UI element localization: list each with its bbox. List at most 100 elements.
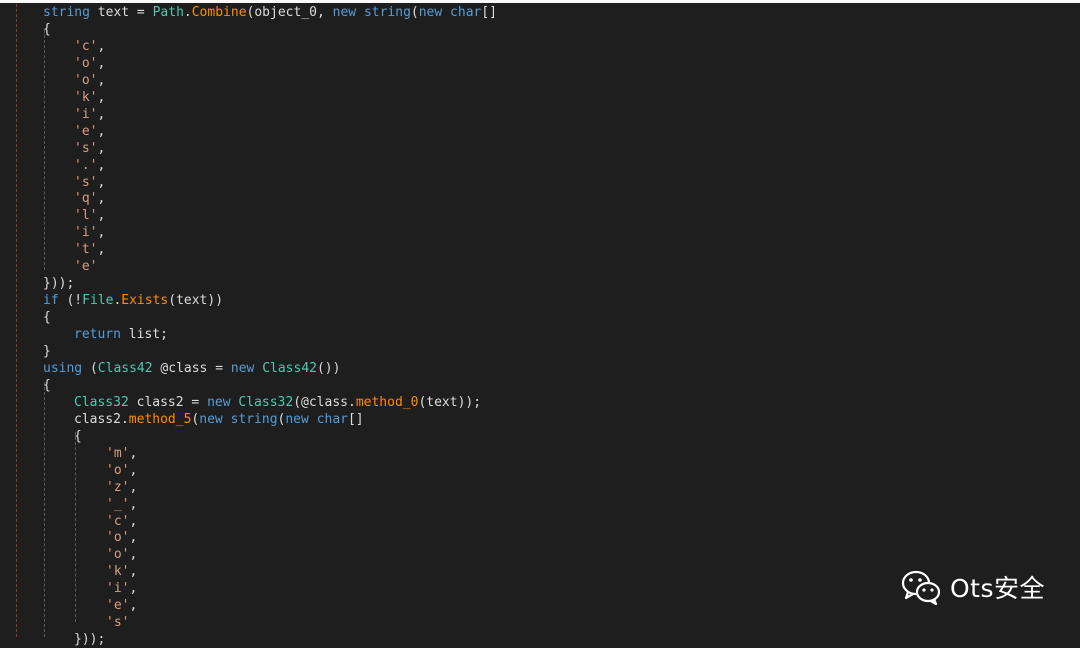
code-token: 'o' <box>106 547 130 563</box>
code-token: , <box>129 496 138 512</box>
code-line: 'e' <box>74 258 97 275</box>
code-token: new <box>418 5 443 20</box>
wechat-icon <box>901 570 941 605</box>
code-token: (@class. <box>293 394 356 410</box>
code-token: , <box>97 89 106 105</box>
code-token: 'k' <box>106 564 130 580</box>
code-token: 'l' <box>74 208 98 224</box>
code-token: , <box>97 72 106 88</box>
code-token: , <box>129 513 138 529</box>
code-line: { <box>43 21 51 38</box>
code-line: return list; <box>74 326 168 343</box>
code-token: ( <box>410 5 419 20</box>
code-token: (object_0, <box>246 5 333 20</box>
code-token: new <box>332 5 357 20</box>
code-token: Path <box>152 5 184 20</box>
window-top-edge <box>0 0 1080 3</box>
code-token: } <box>43 344 51 359</box>
indent-guide <box>44 382 45 637</box>
code-token: 's' <box>74 140 98 156</box>
code-line: { <box>43 309 51 326</box>
code-token: method_5 <box>128 411 192 427</box>
code-token: 's' <box>74 174 98 190</box>
code-token: { <box>43 310 51 326</box>
code-line: 'o', <box>74 55 105 72</box>
code-token: char <box>316 411 348 427</box>
code-token: new <box>207 394 231 410</box>
code-token: , <box>129 530 138 546</box>
code-token: 'i' <box>74 225 98 241</box>
code-token: 'c' <box>74 38 98 54</box>
code-token: 'q' <box>74 191 98 207</box>
code-token: class2. <box>74 411 129 427</box>
code-line: if (!File.Exists(text)) <box>43 292 223 309</box>
code-token: 'z' <box>106 479 130 495</box>
code-token: 'm' <box>106 445 130 461</box>
code-token: new <box>285 411 309 427</box>
code-line: 'k', <box>106 563 137 580</box>
code-line: 'c', <box>74 38 105 55</box>
code-line: 'e', <box>106 597 137 614</box>
code-line: 's', <box>74 174 105 191</box>
code-token: '.' <box>74 157 98 173</box>
code-line: })); <box>74 631 105 648</box>
code-token: Class32 <box>74 394 129 410</box>
code-token: string <box>363 5 411 20</box>
code-line: 'e', <box>74 123 105 140</box>
code-token: (! <box>58 293 83 309</box>
code-token: if <box>43 293 59 309</box>
code-editor[interactable]: string text = Path.Combine(object_0, new… <box>0 0 1080 647</box>
code-token: new <box>230 360 255 376</box>
code-token: 'k' <box>74 89 98 105</box>
code-token: text = <box>89 5 153 20</box>
code-token: , <box>97 106 106 122</box>
code-line: 'o', <box>74 72 105 89</box>
watermark: Ots安全 <box>900 567 1045 607</box>
code-token: [] <box>481 5 498 20</box>
code-token: , <box>97 225 106 241</box>
code-token: , <box>97 174 106 190</box>
code-line: '_', <box>106 496 137 513</box>
code-token: Combine <box>191 5 247 20</box>
code-token: 'e' <box>106 598 130 614</box>
code-token: , <box>97 191 106 207</box>
code-token: , <box>97 123 106 139</box>
code-token: char <box>450 5 482 20</box>
code-token: class2 = <box>128 394 208 410</box>
code-token: 'o' <box>74 55 98 71</box>
code-token: 't' <box>74 242 98 258</box>
code-token: Class32 <box>238 394 294 410</box>
code-token: 'o' <box>106 462 130 478</box>
code-token: Class42 <box>262 360 317 376</box>
code-token: string <box>230 411 278 427</box>
code-token: })); <box>43 276 75 292</box>
code-line: class2.method_5(new string(new char[] <box>74 411 364 428</box>
code-token: , <box>129 445 138 461</box>
indent-guide <box>44 30 45 270</box>
code-token: method_0 <box>355 394 419 410</box>
code-token: string <box>43 5 90 20</box>
code-token: , <box>129 598 138 614</box>
code-token: Class42 <box>97 360 153 376</box>
code-line: 'q', <box>74 190 105 207</box>
code-line: 'i', <box>106 580 137 597</box>
code-line: 'k', <box>74 89 105 106</box>
code-token: '_' <box>106 496 130 512</box>
code-token: 'i' <box>74 106 98 122</box>
code-token: . <box>183 5 192 20</box>
code-token: , <box>97 242 106 258</box>
code-line: 'o', <box>106 529 137 546</box>
code-line: Class32 class2 = new Class32(@class.meth… <box>74 394 481 411</box>
code-token: 'i' <box>106 581 130 597</box>
code-token: , <box>129 547 138 563</box>
code-token: new <box>199 411 223 427</box>
outer-indent-guide <box>16 4 17 637</box>
code-line: string text = Path.Combine(object_0, new… <box>43 4 497 21</box>
indent-guide <box>75 432 76 622</box>
code-line: })); <box>43 275 74 292</box>
code-token: return <box>74 327 121 343</box>
code-token: , <box>97 157 106 173</box>
